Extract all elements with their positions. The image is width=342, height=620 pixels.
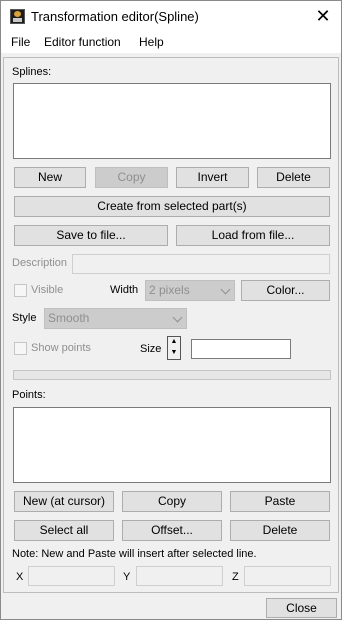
menu-file[interactable]: File <box>11 35 30 49</box>
visible-checkbox[interactable] <box>14 284 27 297</box>
transformation-editor-window: Transformation editor(Spline) ✕ File Edi… <box>0 0 342 620</box>
menu-bar: File Editor function Help <box>1 32 341 53</box>
point-copy-button[interactable]: Copy <box>122 491 222 512</box>
y-label: Y <box>123 571 131 583</box>
point-delete-button[interactable]: Delete <box>230 520 330 541</box>
editor-panel: Splines: New Copy Invert Delete Create f… <box>3 57 339 593</box>
select-all-button[interactable]: Select all <box>14 520 114 541</box>
app-icon <box>10 9 25 24</box>
new-at-cursor-button[interactable]: New (at cursor) <box>14 491 114 512</box>
spline-delete-button[interactable]: Delete <box>257 167 330 188</box>
style-label: Style <box>12 312 37 324</box>
size-spinner[interactable]: ▲ ▼ <box>167 336 181 360</box>
close-button[interactable]: Close <box>266 598 337 618</box>
style-dropdown[interactable]: Smooth <box>44 308 187 329</box>
x-field[interactable] <box>28 566 115 586</box>
z-field[interactable] <box>244 566 331 586</box>
chevron-down-icon <box>220 284 231 295</box>
create-from-selected-parts-button[interactable]: Create from selected part(s) <box>14 196 330 217</box>
spline-copy-button[interactable]: Copy <box>95 167 168 188</box>
show-points-label: Show points <box>31 342 91 354</box>
y-field[interactable] <box>136 566 223 586</box>
window-title: Transformation editor(Spline) <box>31 9 199 24</box>
points-label: Points: <box>12 389 46 401</box>
description-field[interactable] <box>72 254 330 274</box>
title-bar[interactable]: Transformation editor(Spline) ✕ <box>1 1 341 32</box>
progress-bar <box>13 370 331 380</box>
close-icon[interactable]: ✕ <box>313 6 333 26</box>
description-label: Description <box>12 257 68 269</box>
size-label: Size <box>140 343 162 355</box>
chevron-down-icon <box>172 312 183 323</box>
width-dropdown-value: 2 pixels <box>149 283 190 297</box>
offset-button[interactable]: Offset... <box>122 520 222 541</box>
points-list[interactable] <box>13 407 331 483</box>
spin-up-icon[interactable]: ▲ <box>170 337 178 347</box>
style-dropdown-value: Smooth <box>48 311 90 325</box>
width-label: Width <box>110 284 139 296</box>
spline-invert-button[interactable]: Invert <box>176 167 249 188</box>
load-from-file-button[interactable]: Load from file... <box>176 225 330 246</box>
save-to-file-button[interactable]: Save to file... <box>14 225 168 246</box>
menu-help[interactable]: Help <box>139 35 164 49</box>
x-label: X <box>16 571 24 583</box>
spin-down-icon[interactable]: ▼ <box>170 348 178 358</box>
menu-editor-function[interactable]: Editor function <box>44 35 121 49</box>
visible-label: Visible <box>31 284 64 296</box>
z-label: Z <box>232 571 239 583</box>
splines-list[interactable] <box>13 83 331 159</box>
spline-new-button[interactable]: New <box>14 167 86 188</box>
size-input[interactable] <box>191 339 291 359</box>
footer-bar: Close <box>1 595 341 619</box>
width-dropdown[interactable]: 2 pixels <box>145 280 235 301</box>
insert-note: Note: New and Paste will insert after se… <box>12 548 257 560</box>
paste-button[interactable]: Paste <box>230 491 330 512</box>
color-button[interactable]: Color... <box>241 280 330 301</box>
splines-label: Splines: <box>12 66 52 78</box>
show-points-checkbox[interactable] <box>14 342 27 355</box>
